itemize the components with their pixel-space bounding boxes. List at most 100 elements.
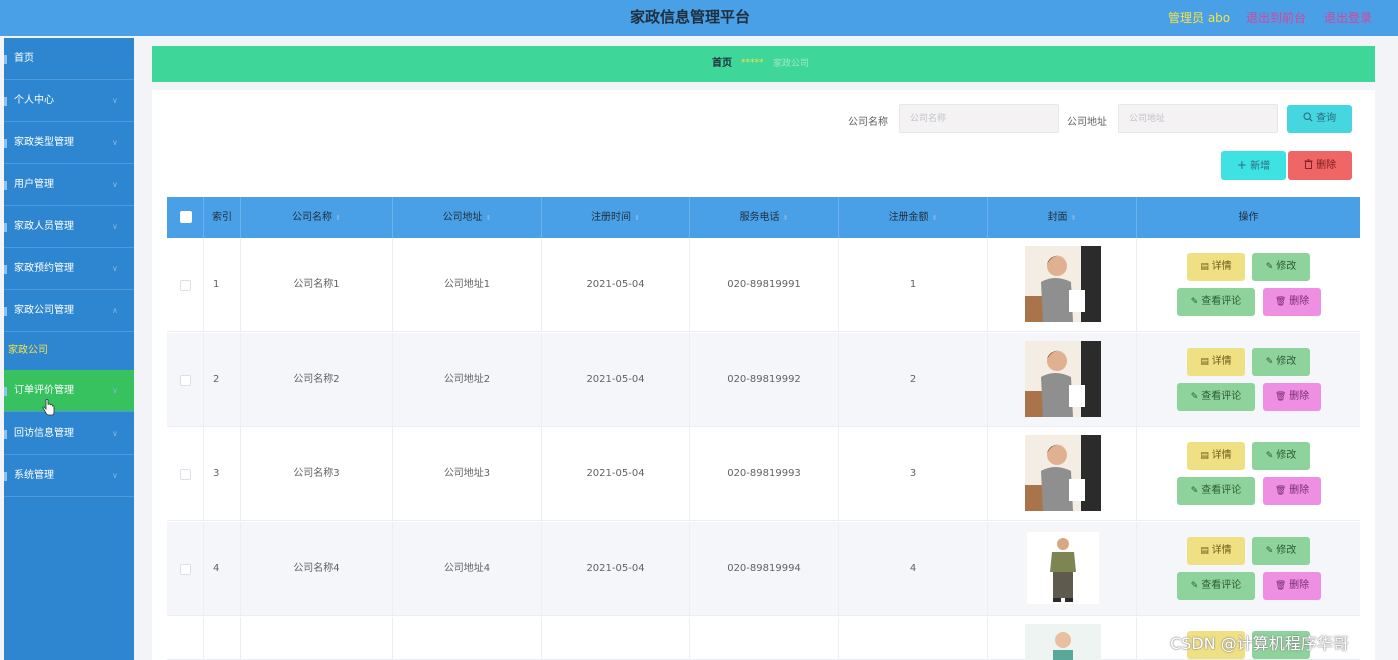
register-date-cell-text: 2021-05-04 bbox=[586, 279, 645, 290]
sidebar-item-companies[interactable]: 家政公司管理 ∧ bbox=[4, 290, 134, 332]
company-address-label: 公司地址 bbox=[1067, 117, 1107, 128]
detail-button[interactable]: ▤ 详情 bbox=[1187, 537, 1245, 565]
cover-image[interactable] bbox=[1025, 341, 1101, 417]
company-address-cell: 公司地址1 bbox=[393, 238, 542, 332]
sidebar-item-label: 系统管理 bbox=[14, 470, 54, 481]
select-cell bbox=[167, 522, 204, 616]
menu-bullet-icon bbox=[4, 472, 7, 481]
sidebar-item-service-types[interactable]: 家政类型管理 ∨ bbox=[4, 122, 134, 164]
detail-button-label: 详情 bbox=[1211, 545, 1232, 556]
document-icon: ▤ bbox=[1200, 357, 1212, 367]
delete-button[interactable]: 🗑 删除 bbox=[1263, 572, 1321, 600]
column-header-index: 索引 bbox=[204, 197, 241, 238]
select-all-checkbox[interactable] bbox=[180, 211, 192, 223]
sort-icon: ⬍ bbox=[335, 214, 341, 222]
company-address-cell: 公司地址4 bbox=[393, 522, 542, 616]
batch-delete-button[interactable]: 删除 bbox=[1288, 151, 1352, 180]
menu-bullet-icon bbox=[4, 387, 7, 396]
view-reviews-button[interactable]: ✎ 查看评论 bbox=[1177, 477, 1255, 505]
cover-image[interactable] bbox=[1025, 435, 1101, 511]
chevron-down-icon: ∨ bbox=[112, 180, 118, 189]
add-button[interactable]: + 新增 bbox=[1221, 151, 1286, 180]
table-row: 1 公司名称1 公司地址1 2021-05-04 020-89819991 1 ▤ 详情 ✎ … bbox=[167, 238, 1360, 332]
column-header-company-address[interactable]: 公司地址 ⬍ bbox=[393, 197, 542, 238]
phone-cell: 020-89819992 bbox=[690, 333, 839, 427]
phone-cell: 020-89819991 bbox=[690, 238, 839, 332]
column-header-phone[interactable]: 服务电话 ⬍ bbox=[690, 197, 839, 238]
column-header-cover[interactable]: 封面 ⬍ bbox=[988, 197, 1137, 238]
register-date-cell: 2021-05-04 bbox=[542, 333, 690, 427]
index-cell: 2 bbox=[204, 333, 241, 427]
edit-button[interactable]: ✎ 修改 bbox=[1252, 537, 1310, 565]
sidebar-item-label: 家政人员管理 bbox=[14, 221, 74, 232]
trash-icon: 🗑 bbox=[1274, 581, 1290, 591]
detail-button[interactable]: ▤ 详情 bbox=[1187, 348, 1245, 376]
index-cell-text: 3 bbox=[213, 468, 220, 479]
sidebar-item-staff[interactable]: 家政人员管理 ∨ bbox=[4, 206, 134, 248]
logout-link[interactable]: 退出登录 bbox=[1324, 9, 1372, 26]
actions-cell: ▤ 详情 ✎ 修改 ✎ 查看评论 🗑 删除 bbox=[1137, 333, 1360, 427]
row-checkbox[interactable] bbox=[180, 564, 191, 575]
sidebar-item-order-reviews[interactable]: 订单评价管理 ∨ bbox=[4, 370, 134, 412]
sidebar-item-users[interactable]: 用户管理 ∨ bbox=[4, 164, 134, 206]
view-reviews-button-label: 查看评论 bbox=[1201, 296, 1242, 307]
query-button[interactable]: 查询 bbox=[1287, 105, 1352, 133]
phone-cell bbox=[690, 617, 839, 660]
menu-bullet-icon bbox=[4, 430, 7, 439]
sidebar-item-appointments[interactable]: 家政预约管理 ∨ bbox=[4, 248, 134, 290]
document-icon: ▤ bbox=[1200, 262, 1212, 272]
sidebar-item-followups[interactable]: 回访信息管理 ∨ bbox=[4, 413, 134, 455]
view-reviews-button-label: 查看评论 bbox=[1201, 580, 1242, 591]
detail-button[interactable]: ▤ 详情 bbox=[1187, 253, 1245, 281]
delete-button[interactable]: 🗑 删除 bbox=[1263, 288, 1321, 316]
cover-image[interactable] bbox=[1025, 530, 1101, 606]
sidebar-item-label: 回访信息管理 bbox=[14, 428, 74, 439]
detail-button[interactable]: ▤ 详情 bbox=[1187, 442, 1245, 470]
view-reviews-button[interactable]: ✎ 查看评论 bbox=[1177, 383, 1255, 411]
column-header-register-date[interactable]: 注册时间 ⬍ bbox=[542, 197, 690, 238]
delete-button-label: 删除 bbox=[1289, 296, 1310, 307]
register-date-cell: 2021-05-04 bbox=[542, 522, 690, 616]
phone-cell: 020-89819993 bbox=[690, 427, 839, 521]
column-header-label: 注册时间 bbox=[591, 212, 632, 223]
actions-cell: ▤ 详情 ✎ 修改 ✎ 查看评论 🗑 删除 bbox=[1137, 522, 1360, 616]
admin-username: 管理员 abo bbox=[1168, 11, 1231, 25]
edit-button[interactable]: ✎ 修改 bbox=[1252, 348, 1310, 376]
row-checkbox[interactable] bbox=[180, 280, 191, 291]
menu-bullet-icon bbox=[4, 265, 7, 274]
sidebar-subitem-company[interactable]: 家政公司 bbox=[4, 336, 134, 366]
column-header-amount[interactable]: 注册金额 ⬍ bbox=[839, 197, 988, 238]
view-reviews-button[interactable]: ✎ 查看评论 bbox=[1177, 288, 1255, 316]
edit-button[interactable]: ✎ 修改 bbox=[1252, 442, 1310, 470]
row-checkbox[interactable] bbox=[180, 375, 191, 386]
sort-icon: ⬍ bbox=[1070, 214, 1077, 222]
delete-button[interactable]: 🗑 删除 bbox=[1263, 477, 1321, 505]
delete-button-label: 删除 bbox=[1289, 485, 1310, 496]
top-header: 家政信息管理平台 管理员 abo 退出到前台 退出登录 bbox=[0, 0, 1398, 36]
sidebar-item-personal-center[interactable]: 个人中心 ∨ bbox=[4, 80, 134, 122]
delete-button[interactable]: 🗑 删除 bbox=[1263, 383, 1321, 411]
breadcrumb-home[interactable]: 首页 bbox=[712, 46, 732, 82]
sidebar-item-home[interactable]: 首页 bbox=[4, 38, 134, 80]
view-reviews-button-label: 查看评论 bbox=[1201, 485, 1242, 496]
chevron-down-icon: ∨ bbox=[112, 471, 118, 480]
select-cell bbox=[167, 238, 204, 332]
column-header-label: 封面 bbox=[1047, 212, 1068, 223]
cover-image[interactable] bbox=[1025, 246, 1101, 322]
amount-cell: 3 bbox=[839, 427, 988, 521]
exit-to-frontend-link[interactable]: 退出到前台 bbox=[1246, 9, 1306, 26]
row-checkbox[interactable] bbox=[180, 469, 191, 480]
view-reviews-button[interactable]: ✎ 查看评论 bbox=[1177, 572, 1255, 600]
sort-icon: ⬍ bbox=[634, 214, 640, 222]
sidebar-item-system[interactable]: 系统管理 ∨ bbox=[4, 455, 134, 497]
index-cell: 4 bbox=[204, 522, 241, 616]
company-name-input[interactable] bbox=[899, 104, 1059, 133]
select-cell bbox=[167, 427, 204, 521]
table-row: 2 公司名称2 公司地址2 2021-05-04 020-89819992 2 ▤ 详情 ✎ … bbox=[167, 333, 1360, 427]
header-select-cell bbox=[167, 197, 204, 238]
edit-button[interactable]: ✎ 修改 bbox=[1252, 253, 1310, 281]
column-header-company-name[interactable]: 公司名称 ⬍ bbox=[241, 197, 393, 238]
cover-cell bbox=[988, 333, 1137, 427]
pencil-icon: ✎ bbox=[1190, 392, 1202, 402]
company-address-input[interactable] bbox=[1118, 104, 1278, 133]
